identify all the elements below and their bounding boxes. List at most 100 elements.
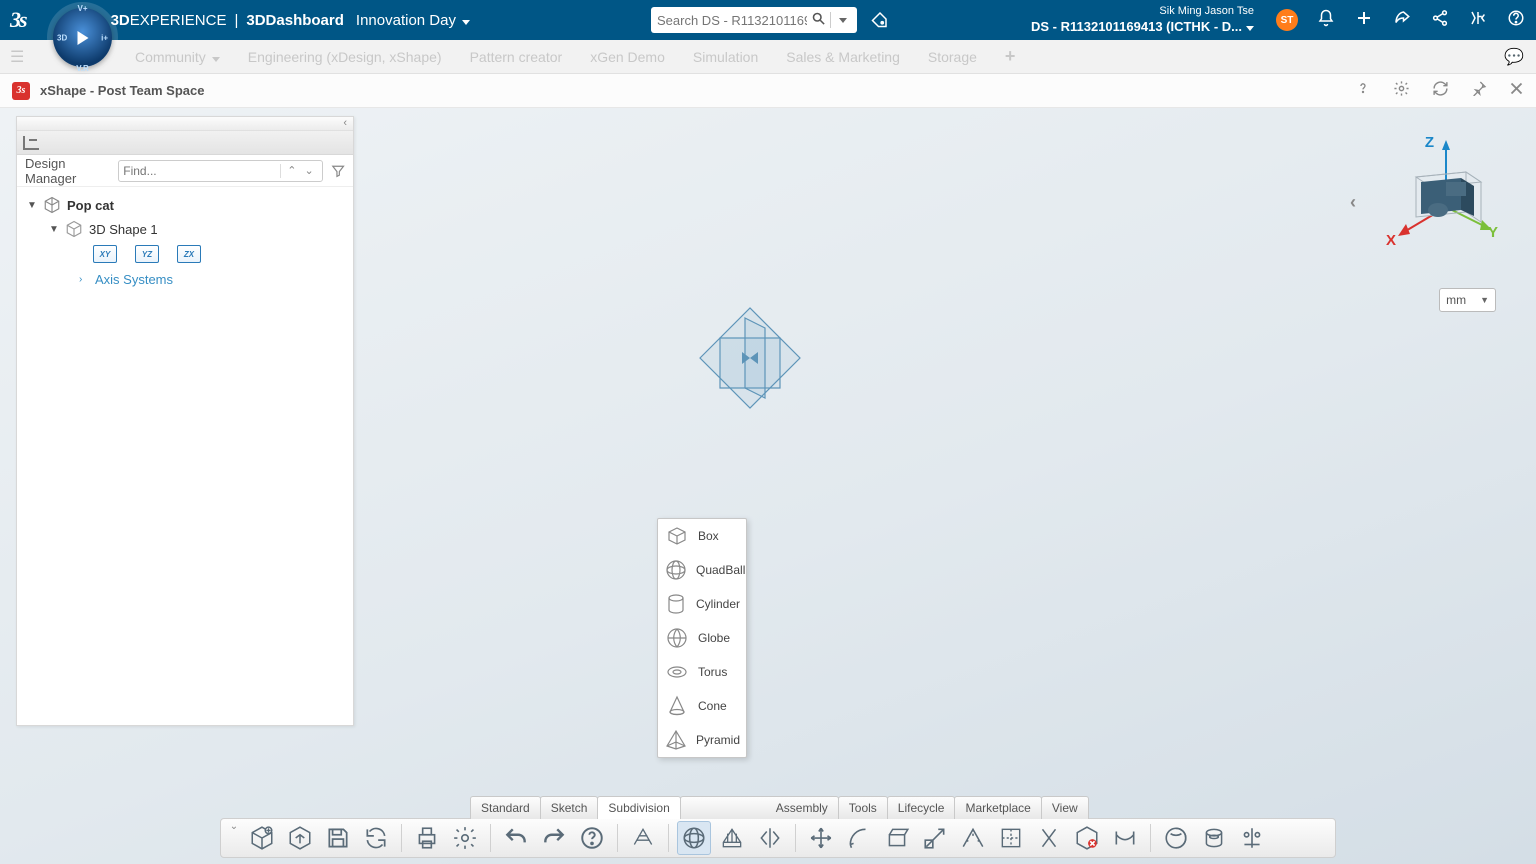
search-scope-chevron[interactable] — [835, 15, 851, 26]
tab-simulation[interactable]: Simulation — [693, 49, 758, 65]
tooltab-tools[interactable]: Tools — [838, 796, 888, 819]
search-box[interactable] — [651, 7, 857, 33]
primitive-cylinder[interactable]: Cylinder — [658, 587, 746, 621]
help-icon[interactable] — [1506, 9, 1526, 32]
widget-title: xShape - Post Team Space — [40, 83, 205, 98]
redo-button[interactable] — [537, 821, 571, 855]
ify-icon[interactable] — [1468, 9, 1488, 32]
pin-icon[interactable] — [1471, 80, 1487, 101]
plus-icon[interactable] — [1354, 10, 1374, 31]
expand-panel-icon[interactable]: ‹ — [1350, 192, 1356, 213]
shell-button[interactable] — [1197, 821, 1231, 855]
primitive-cone[interactable]: Cone — [658, 689, 746, 723]
avatar[interactable]: ST — [1276, 9, 1298, 31]
caret-right-icon[interactable]: › — [79, 274, 89, 285]
tooltab-subdivision[interactable]: Subdivision — [597, 796, 680, 819]
extrude-button[interactable] — [880, 821, 914, 855]
refresh-icon[interactable] — [1432, 80, 1449, 102]
plane-xy[interactable]: XY — [93, 245, 117, 263]
bend-button[interactable] — [842, 821, 876, 855]
tag-icon[interactable] — [865, 11, 888, 29]
chat-icon[interactable]: 💬 — [1504, 47, 1524, 67]
bell-icon[interactable] — [1316, 9, 1336, 32]
tooltab-standard[interactable]: Standard — [470, 796, 541, 819]
workspace-selector[interactable]: Innovation Day — [356, 12, 470, 29]
help-button[interactable] — [575, 821, 609, 855]
subdivide-button[interactable] — [994, 821, 1028, 855]
tooltab-view[interactable]: View — [1041, 796, 1089, 819]
tree-view-icon[interactable] — [23, 136, 39, 150]
primitive-quadball[interactable]: QuadBall — [658, 553, 746, 587]
top-bar: 3s 3DEXPERIENCE | 3DDashboard Innovation… — [0, 0, 1536, 40]
merge-button[interactable] — [1032, 821, 1066, 855]
brand-main: EXPERIENCE — [130, 12, 227, 29]
align-button[interactable] — [1235, 821, 1269, 855]
caret-down-icon[interactable]: ▼ — [27, 200, 37, 211]
primitive-globe[interactable]: Globe — [658, 621, 746, 655]
settings-button[interactable] — [448, 821, 482, 855]
quadball-icon — [664, 557, 688, 583]
tooltab-sketch[interactable]: Sketch — [540, 796, 599, 819]
move-button[interactable] — [804, 821, 838, 855]
plane-yz[interactable]: YZ — [135, 245, 159, 263]
tree-planes: XY YZ ZX — [23, 245, 347, 263]
help-icon[interactable] — [1355, 80, 1371, 101]
primitive-pyramid[interactable]: Pyramid — [658, 723, 746, 757]
user-context: DS - R1132101169413 (ICTHK - D... — [1031, 19, 1242, 35]
user-meta[interactable]: Sik Ming Jason Tse DS - R1132101169413 (… — [1031, 5, 1254, 35]
primitive-box[interactable]: Box — [658, 519, 746, 553]
undo-button[interactable] — [499, 821, 533, 855]
gear-icon[interactable] — [1393, 80, 1410, 102]
delete-face-button[interactable] — [1070, 821, 1104, 855]
shelf-expand-button[interactable]: ⌄ — [227, 821, 241, 855]
save-button[interactable] — [321, 821, 355, 855]
tooltab-assembly[interactable]: Assembly — [680, 796, 839, 819]
plane-zx[interactable]: ZX — [177, 245, 201, 263]
add-tab-button[interactable]: + — [1005, 46, 1016, 67]
search-icon[interactable] — [811, 11, 826, 30]
command-shelf: ⌄ — [220, 818, 1336, 858]
tab-xgen-demo[interactable]: xGen Demo — [590, 49, 665, 65]
menu-icon[interactable]: ☰ — [10, 47, 24, 67]
tab-storage[interactable]: Storage — [928, 49, 977, 65]
knife-button[interactable] — [918, 821, 952, 855]
tree-shape[interactable]: ▼ 3D Shape 1 — [23, 217, 347, 241]
tab-sales-marketing[interactable]: Sales & Marketing — [786, 49, 900, 65]
grid-button[interactable] — [626, 821, 660, 855]
view-cube[interactable]: Z Y X — [1386, 132, 1496, 252]
unit-selector[interactable]: mm ▼ — [1439, 288, 1496, 312]
bridge-button[interactable] — [1108, 821, 1142, 855]
tree-root[interactable]: ▼ Pop cat — [23, 193, 347, 217]
tab-engineering[interactable]: Engineering (xDesign, xShape) — [248, 49, 442, 65]
find-prev-button[interactable]: ⌃ — [283, 164, 300, 177]
close-icon[interactable] — [1509, 81, 1524, 101]
primitive-torus[interactable]: Torus — [658, 655, 746, 689]
panel-collapse-button[interactable]: ‹ — [17, 117, 353, 131]
canvas-area[interactable]: ‹ Design Manager ⌃ ⌄ ▼ Pop cat ▼ 3D — [0, 108, 1536, 864]
panel-toolbar — [17, 131, 353, 155]
tooltab-lifecycle[interactable]: Lifecycle — [887, 796, 956, 819]
dashboard-tabs: ☰ Community Engineering (xDesign, xShape… — [0, 40, 1536, 74]
reload-button[interactable] — [359, 821, 393, 855]
primitive-button[interactable] — [677, 821, 711, 855]
find-next-button[interactable]: ⌄ — [300, 164, 317, 177]
crease-button[interactable] — [956, 821, 990, 855]
open-button[interactable] — [283, 821, 317, 855]
tooltab-marketplace[interactable]: Marketplace — [954, 796, 1041, 819]
analysis-button[interactable] — [1159, 821, 1193, 855]
caret-down-icon[interactable]: ▼ — [49, 224, 59, 235]
compass[interactable]: V+ V.R 3D i+ — [45, 0, 120, 75]
share-nodes-icon[interactable] — [1430, 9, 1450, 32]
search-input[interactable] — [657, 13, 807, 28]
find-box[interactable]: ⌃ ⌄ — [118, 160, 322, 182]
new-button[interactable] — [245, 821, 279, 855]
tab-community[interactable]: Community — [135, 49, 220, 65]
print-button[interactable] — [410, 821, 444, 855]
filter-icon[interactable] — [331, 163, 345, 179]
symmetry-button[interactable] — [753, 821, 787, 855]
cage-button[interactable] — [715, 821, 749, 855]
find-input[interactable] — [123, 164, 278, 178]
tree-axis-systems[interactable]: › Axis Systems — [23, 269, 347, 290]
share-arrow-icon[interactable] — [1392, 9, 1412, 32]
tab-pattern-creator[interactable]: Pattern creator — [470, 49, 563, 65]
